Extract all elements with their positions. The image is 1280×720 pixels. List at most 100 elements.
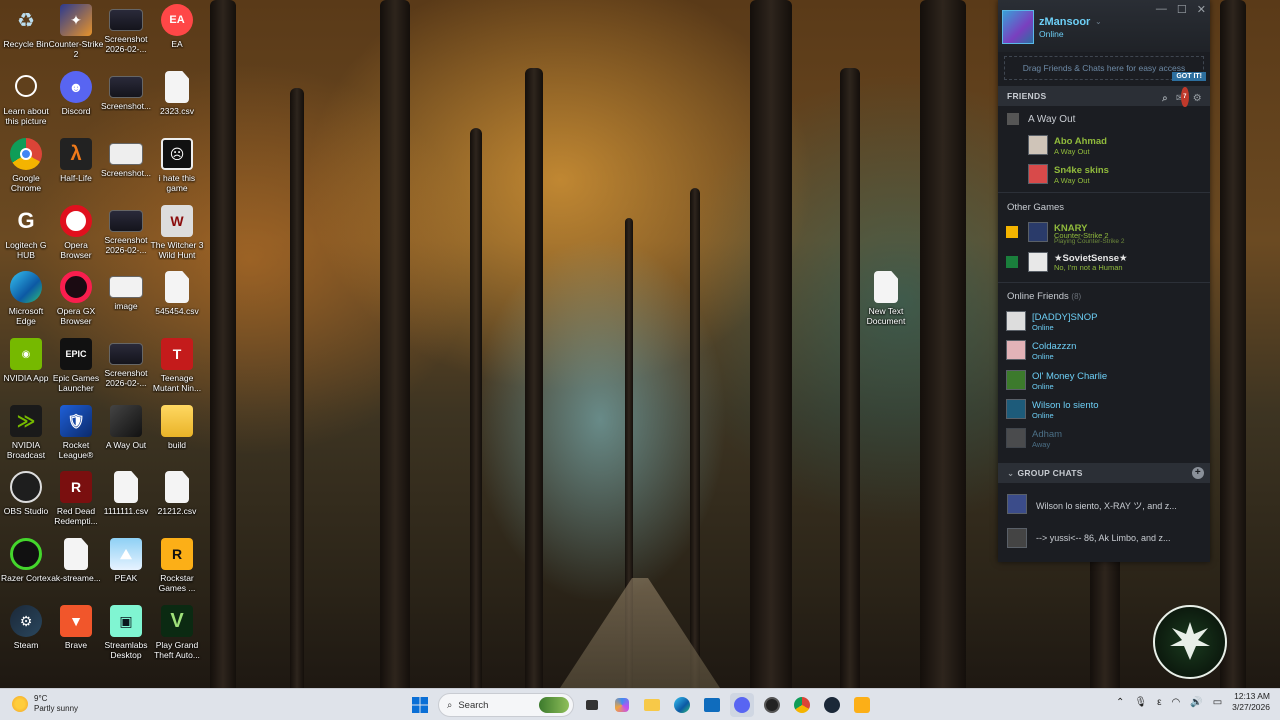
taskbar-apps: ⌕ Search <box>408 692 874 718</box>
desktop-icon-21212-csv[interactable]: 21212.csv <box>151 471 203 535</box>
maximize-icon[interactable]: ☐ <box>1177 3 1187 16</box>
friend-entry[interactable]: KNARY Counter-Strike 2 Playing Counter-S… <box>1006 220 1206 246</box>
copilot-button[interactable] <box>610 693 634 717</box>
desktop-icon-razer-cortex[interactable]: Razer Cortex <box>0 538 52 602</box>
group-chat-entry[interactable]: --> yussi<-- 86, Ak Limbo, and z... <box>1004 524 1202 552</box>
user-status: Online <box>1039 29 1064 39</box>
volume-icon[interactable]: 🔊 <box>1190 697 1202 708</box>
outlook-button[interactable] <box>700 693 724 717</box>
desktop-icon-nvidia-broadcast[interactable]: ≫ NVIDIA Broadcast <box>0 405 52 469</box>
desktop-icon-screenshot-1[interactable]: Screenshot 2026-02-... <box>100 4 152 68</box>
desktop-icon-chrome[interactable]: Google Chrome <box>0 138 52 202</box>
file-explorer-button[interactable] <box>640 693 664 717</box>
peak-mountain-icon: ⛰ <box>110 538 142 570</box>
got-it-button[interactable]: GOT IT! <box>1172 72 1206 81</box>
desktop-icon-opera-gx[interactable]: Opera GX Browser <box>50 271 102 335</box>
desktop-icon-1111111-csv[interactable]: 1111111.csv <box>100 471 152 535</box>
group-chat-entry[interactable]: Wilson lo siento, X-RAY ツ, and z... <box>1004 490 1202 518</box>
desktop-icon-screenshot-5[interactable]: Screenshot 2026-02-... <box>100 338 152 402</box>
close-icon[interactable]: ✕ <box>1197 3 1206 16</box>
desktop-icon-screenshot-2[interactable]: Screenshot... <box>100 71 152 135</box>
user-avatar[interactable] <box>1002 10 1034 44</box>
start-button[interactable] <box>408 693 432 717</box>
friend-entry[interactable]: Coldazzzn Online <box>1006 338 1196 364</box>
in-game-group-label[interactable]: A Way Out <box>1028 114 1075 125</box>
desktop-icon-opera[interactable]: Opera Browser <box>50 205 102 269</box>
friend-entry[interactable]: Abo Ahmad A Way Out <box>1028 133 1218 159</box>
desktop-icon-tmnt[interactable]: T Teenage Mutant Nin... <box>151 338 203 402</box>
desktop-icon-half-life[interactable]: λ Half-Life <box>50 138 102 202</box>
desktop-icon-steam[interactable]: ⚙ Steam <box>0 605 52 669</box>
edge-button[interactable] <box>670 693 694 717</box>
pixel-face-icon: ☹ <box>161 138 193 170</box>
system-tray: ⌃ 🎙 ε ◠ 🔊 ▭ 12:13 AM 3/27/2026 <box>1116 691 1270 713</box>
battery-icon[interactable]: ▭ <box>1213 697 1222 708</box>
desktop-icon-obs[interactable]: OBS Studio <box>0 471 52 535</box>
desktop-icon-discord[interactable]: ☻ Discord <box>50 71 102 135</box>
desktop-icon-rdr[interactable]: R Red Dead Redempti... <box>50 471 102 535</box>
image-thumbnail-icon <box>109 143 143 165</box>
gta-v-icon: V <box>161 605 193 637</box>
desktop-icon-learn-picture[interactable]: Learn about this picture <box>0 71 52 135</box>
desktop-icon-screenshot-4[interactable]: Screenshot 2026-02-... <box>100 205 152 269</box>
friend-entry[interactable]: Adham Away <box>1006 426 1196 452</box>
desktop-icon-image[interactable]: image <box>100 271 152 335</box>
task-view-button[interactable] <box>580 693 604 717</box>
desktop-icon-rocket-league[interactable]: 🛡 Rocket League® <box>50 405 102 469</box>
desktop-icon-streamlabs[interactable]: ▣ Streamlabs Desktop <box>100 605 152 669</box>
desktop-icon-545454-csv[interactable]: 545454.csv <box>151 271 203 335</box>
desktop-icon-logitech[interactable]: G Logitech G HUB <box>0 205 52 269</box>
minimize-icon[interactable]: — <box>1156 3 1167 16</box>
desktop-icon-build-folder[interactable]: build <box>151 405 203 469</box>
group-chats-header[interactable]: ⌄ GROUP CHATS + <box>998 463 1210 483</box>
chevron-down-icon: ⌄ <box>1007 468 1015 478</box>
chevron-down-icon[interactable]: ⌄ <box>1095 17 1102 26</box>
friend-entry[interactable]: Ol' Money Charlie Online <box>1006 368 1196 394</box>
copilot-icon <box>615 698 629 712</box>
obs-button[interactable] <box>760 693 784 717</box>
desktop-icon-hate-game[interactable]: ☹ i hate this game <box>151 138 203 202</box>
desktop-icon-a-way-out[interactable]: A Way Out <box>100 405 152 469</box>
text-file-icon <box>874 271 898 303</box>
clock[interactable]: 12:13 AM 3/27/2026 <box>1232 691 1270 713</box>
desktop-icon-rockstar[interactable]: R Rockstar Games ... <box>151 538 203 602</box>
friend-avatar <box>1006 370 1026 390</box>
witcher-icon: W <box>161 205 193 237</box>
desktop-icon-screenshot-3[interactable]: Screenshot... <box>100 138 152 202</box>
friend-entry[interactable]: ★SovietSense★ No, I'm not a Human <box>1006 250 1206 276</box>
microphone-icon[interactable]: 🎙 <box>1134 697 1147 708</box>
language-icon[interactable]: ε <box>1157 697 1161 708</box>
desktop-icon-epic[interactable]: EPIC Epic Games Launcher <box>50 338 102 402</box>
rockstar-button[interactable] <box>850 693 874 717</box>
search-icon[interactable]: ⌕ <box>1162 89 1168 109</box>
desktop-icon-witcher[interactable]: W The Witcher 3 Wild Hunt <box>151 205 203 269</box>
other-games-label: Other Games <box>1007 202 1065 213</box>
wifi-icon[interactable]: ◠ <box>1172 697 1181 708</box>
desktop-icon-new-text-document[interactable]: New Text Document <box>860 271 912 335</box>
weather-widget[interactable]: 9°C Partly sunny <box>12 694 78 714</box>
desktop-icon-cs2[interactable]: ✦ Counter-Strike 2 <box>49 4 103 68</box>
desktop-icon-ak-stream[interactable]: ak-streame... <box>50 538 102 602</box>
desktop-icon-brave[interactable]: ▼ Brave <box>50 605 102 669</box>
friend-entry[interactable]: [DADDY]SNOP Online <box>1006 309 1196 335</box>
game-icon <box>1007 113 1019 125</box>
desktop-icon-ea[interactable]: EA EA <box>151 4 203 68</box>
desktop-icon-gta[interactable]: V Play Grand Theft Auto... <box>151 605 203 669</box>
steam-button[interactable] <box>820 693 844 717</box>
friend-entry[interactable]: Sn4ke skins A Way Out <box>1028 162 1218 188</box>
desktop-icon-nvidia-app[interactable]: ◉ NVIDIA App <box>0 338 52 402</box>
desktop-icon-recycle-bin[interactable]: ♻ Recycle Bin <box>0 4 52 68</box>
chevron-up-icon[interactable]: ⌃ <box>1116 697 1124 708</box>
desktop-icon-2323-csv[interactable]: 2323.csv <box>151 71 203 135</box>
friend-entry[interactable]: Wilson lo siento Online <box>1006 397 1196 423</box>
add-friend-icon[interactable]: ⚙ <box>1193 89 1202 109</box>
desktop-icon-edge[interactable]: Microsoft Edge <box>0 271 52 335</box>
steam-friends-window: zMansoor ⌄ Online — ☐ ✕ Drag Friends & C… <box>998 0 1210 562</box>
desktop-icon-peak[interactable]: ⛰ PEAK <box>100 538 152 602</box>
taskbar-search[interactable]: ⌕ Search <box>438 693 574 717</box>
chrome-button[interactable] <box>790 693 814 717</box>
username[interactable]: zMansoor <box>1039 16 1090 28</box>
add-group-chat-icon[interactable]: + <box>1192 467 1204 479</box>
notifications-icon[interactable]: ✉7 <box>1176 87 1189 109</box>
discord-button[interactable] <box>730 693 754 717</box>
